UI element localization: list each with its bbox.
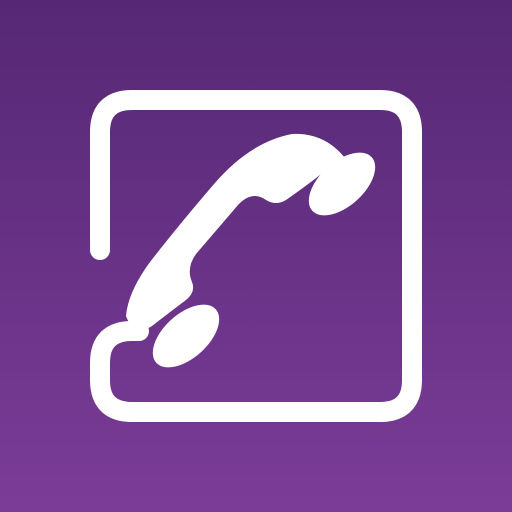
app-icon[interactable] [0,0,512,512]
phone-frame-icon [0,0,512,512]
icon-background [0,0,512,512]
